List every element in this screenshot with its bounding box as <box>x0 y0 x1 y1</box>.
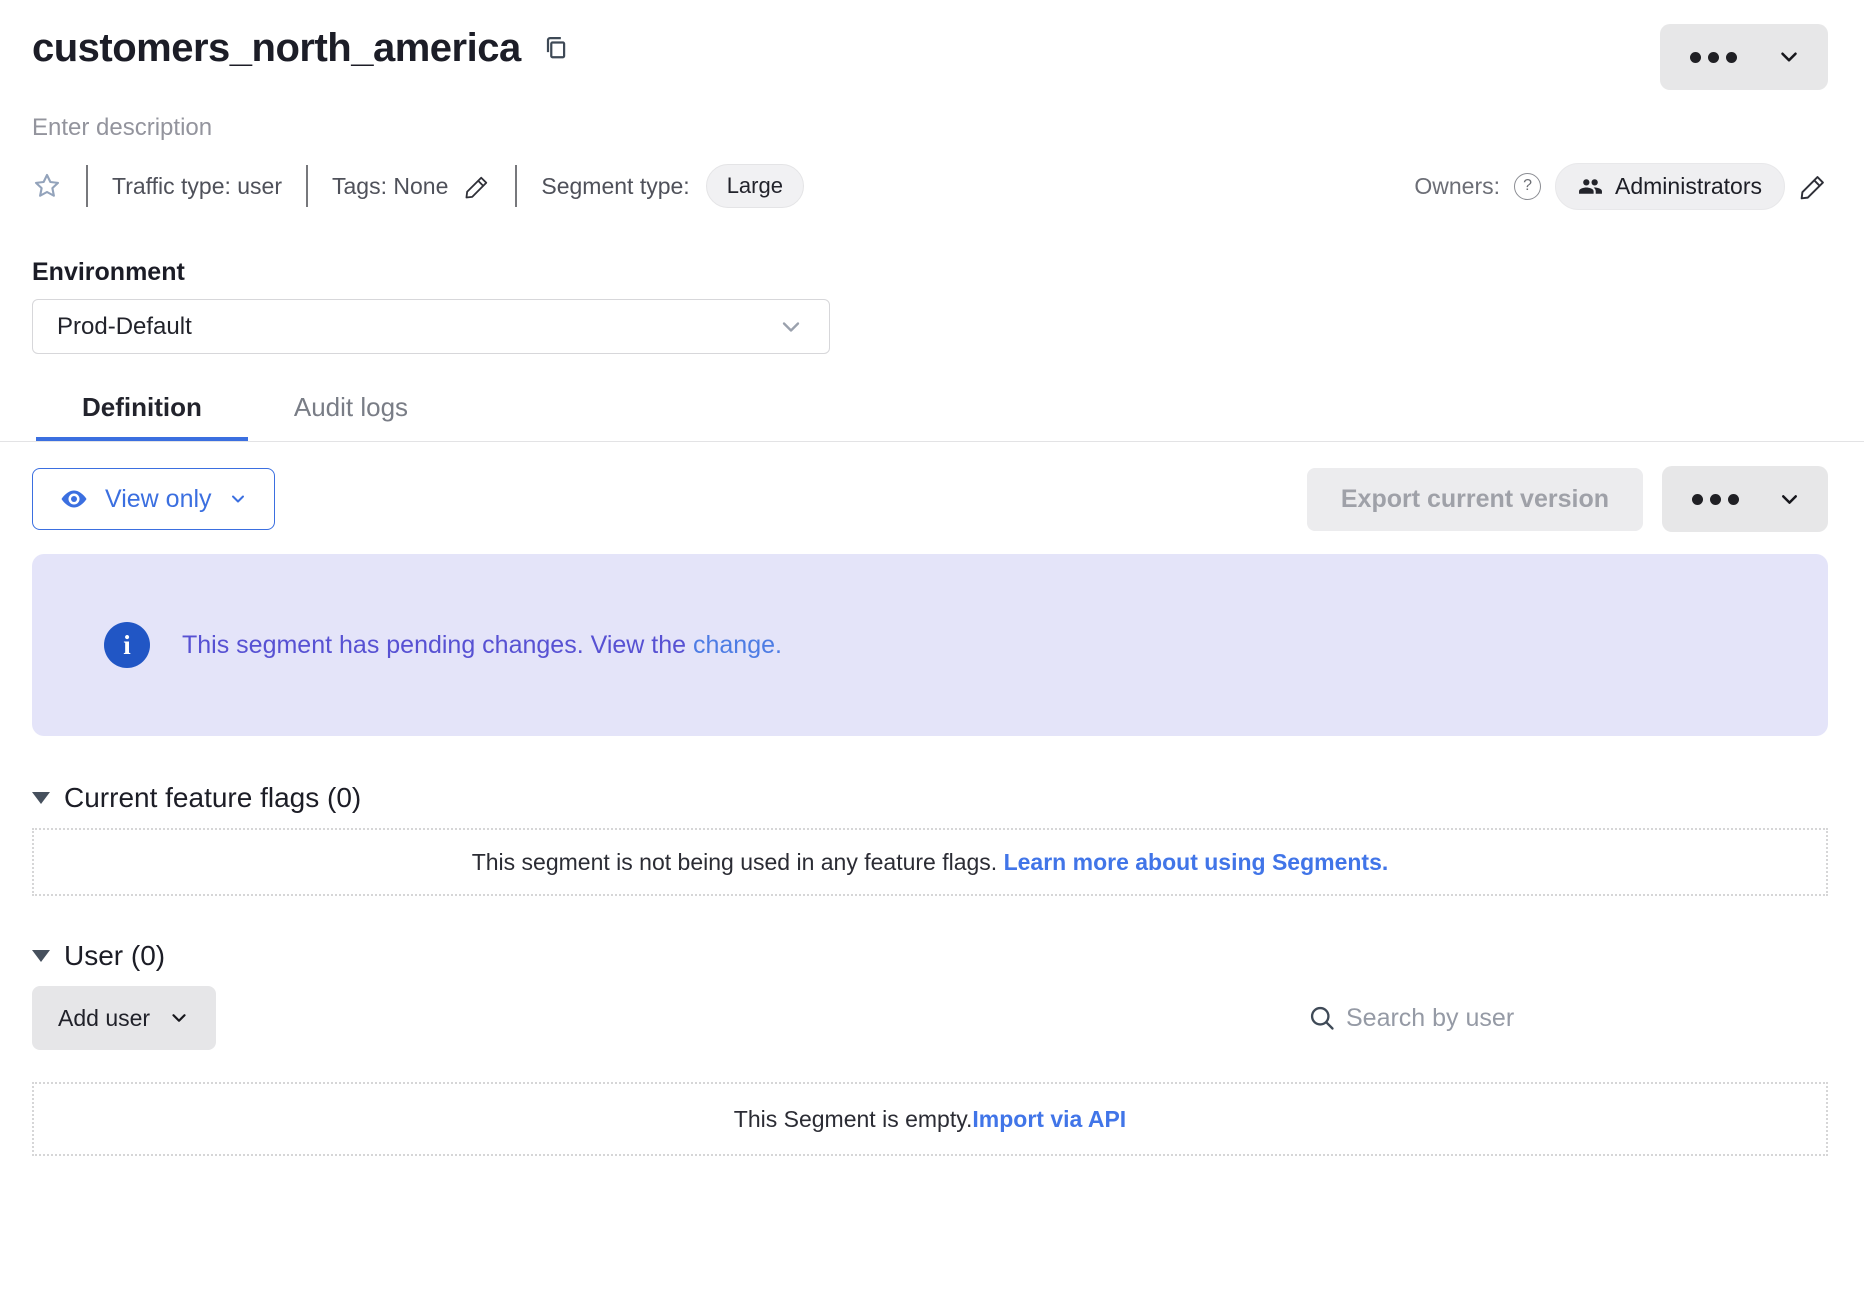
help-icon[interactable]: ? <box>1514 173 1541 200</box>
tab-bar: Definition Audit logs <box>0 380 1864 442</box>
chevron-down-icon <box>1776 44 1802 70</box>
environment-label: Environment <box>32 258 1828 287</box>
export-current-version-button[interactable]: Export current version <box>1307 468 1643 531</box>
pencil-icon <box>464 173 491 200</box>
segment-detail-page: customers_north_america Enter descr <box>0 0 1864 1156</box>
description-placeholder[interactable]: Enter description <box>32 114 1828 142</box>
tab-definition[interactable]: Definition <box>36 380 248 441</box>
collapse-caret-icon <box>32 950 50 962</box>
meta-row: Traffic type: user Tags: None Segment ty <box>32 162 1828 210</box>
add-user-label: Add user <box>58 1005 150 1032</box>
pending-changes-banner: i This segment has pending changes. View… <box>32 554 1828 736</box>
flags-empty-text: This segment is not being used in any fe… <box>472 849 1004 875</box>
flag-more-options-button[interactable] <box>1662 466 1828 532</box>
view-only-label: View only <box>105 485 212 514</box>
users-section-title: User (0) <box>64 940 165 972</box>
users-empty-state: This Segment is empty.Import via API <box>32 1082 1828 1156</box>
owners-value-button[interactable]: Administrators <box>1555 163 1785 210</box>
copy-icon <box>541 34 569 62</box>
feature-flags-section: Current feature flags (0) This segment i… <box>32 782 1828 896</box>
info-icon: i <box>104 622 150 668</box>
environment-selected-value: Prod-Default <box>57 313 192 341</box>
tab-audit-logs[interactable]: Audit logs <box>248 380 454 441</box>
search-icon <box>1308 1004 1336 1032</box>
collapse-caret-icon <box>32 792 50 804</box>
view-change-link[interactable]: change. <box>693 631 782 659</box>
users-section-header[interactable]: User (0) <box>32 940 1828 972</box>
users-empty-text: This Segment is empty. <box>734 1106 973 1132</box>
divider <box>306 165 308 207</box>
feature-flags-section-title: Current feature flags (0) <box>64 782 361 814</box>
segment-type-label: Segment type: <box>541 173 689 200</box>
users-section: User (0) Add user <box>32 940 1828 1156</box>
divider <box>515 165 517 207</box>
traffic-type-label: Traffic type: user <box>112 173 282 200</box>
feature-flags-section-header[interactable]: Current feature flags (0) <box>32 782 1828 814</box>
divider <box>86 165 88 207</box>
definition-panel: View only Export current version i This … <box>0 466 1864 1156</box>
tab-audit-logs-label: Audit logs <box>294 392 408 422</box>
user-search <box>1308 1004 1828 1033</box>
segment-type-badge: Large <box>706 164 804 208</box>
add-user-button[interactable]: Add user <box>32 986 216 1050</box>
favorite-button[interactable] <box>32 171 62 201</box>
edit-tags-button[interactable] <box>464 173 491 200</box>
page-title: customers_north_america <box>32 24 521 72</box>
owners-value: Administrators <box>1615 173 1762 200</box>
view-only-button[interactable]: View only <box>32 468 275 530</box>
header-more-options-button[interactable] <box>1660 24 1828 90</box>
chevron-down-icon <box>168 1007 190 1029</box>
environment-select[interactable]: Prod-Default <box>32 299 830 354</box>
learn-more-link[interactable]: Learn more about using Segments. <box>1004 849 1389 875</box>
more-options-icon <box>1689 494 1743 505</box>
more-options-icon <box>1686 52 1740 63</box>
page-header: customers_north_america Enter descr <box>0 0 1864 210</box>
environment-section: Environment Prod-Default <box>0 258 1864 354</box>
chevron-down-icon <box>777 313 805 341</box>
copy-name-button[interactable] <box>541 34 569 62</box>
chevron-down-icon <box>228 489 248 509</box>
banner-text: This segment has pending changes. View t… <box>182 631 693 659</box>
search-by-user-input[interactable] <box>1346 1004 1828 1033</box>
pencil-icon <box>1799 172 1828 201</box>
tags-label: Tags: None <box>332 173 448 200</box>
tab-definition-label: Definition <box>82 392 202 422</box>
owners-label: Owners: <box>1414 173 1500 200</box>
edit-owners-button[interactable] <box>1799 172 1828 201</box>
chevron-down-icon <box>1777 487 1802 512</box>
star-icon <box>32 171 62 201</box>
import-via-api-link[interactable]: Import via API <box>972 1106 1126 1132</box>
feature-flags-empty-state: This segment is not being used in any fe… <box>32 828 1828 896</box>
people-icon <box>1578 174 1603 199</box>
eye-icon <box>59 484 89 514</box>
